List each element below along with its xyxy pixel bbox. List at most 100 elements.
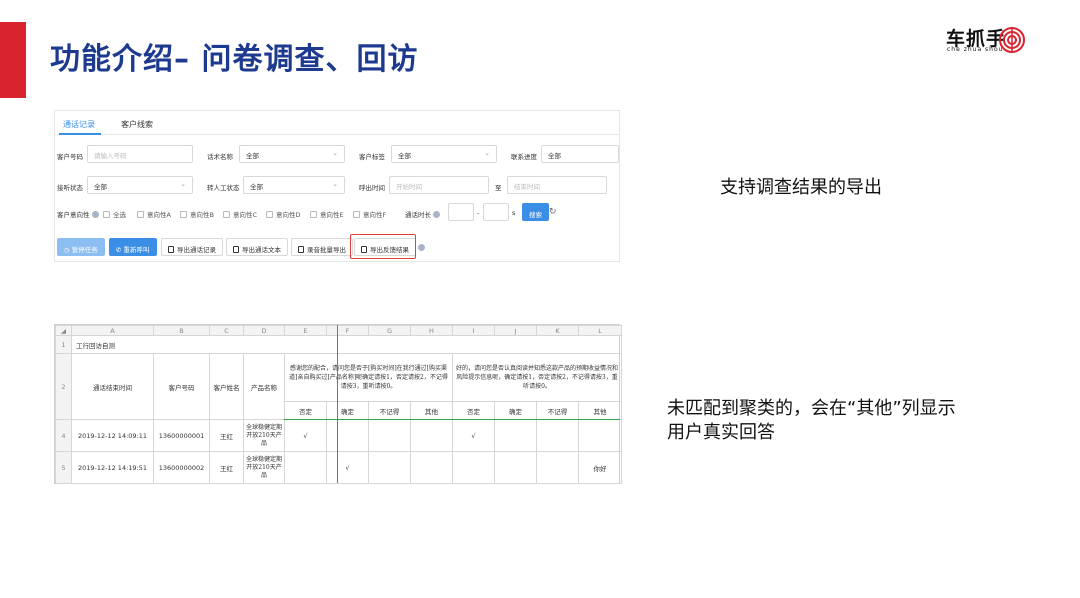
header-product[interactable]: 产品名称	[243, 353, 285, 420]
cell-answer[interactable]	[368, 419, 411, 452]
row-number[interactable]: 2	[55, 353, 72, 420]
intent-checkbox-e[interactable]: 意向性E	[310, 209, 344, 219]
intent-checkbox-all[interactable]: 全选	[103, 209, 126, 219]
intent-checkbox-d[interactable]: 意向性D	[266, 209, 301, 219]
column-header[interactable]: K	[536, 325, 579, 336]
row-number[interactable]: 4	[55, 419, 72, 452]
duration-unit: s	[512, 209, 516, 217]
selection-border	[284, 419, 620, 420]
question-2-cell[interactable]: 好的，请问您是否认真阅读并知悉这款产品的预期收益情况和风险提示信息呢，确定请按1…	[452, 353, 622, 402]
start-time-input[interactable]: 开始时间	[389, 176, 489, 194]
header-phone[interactable]: 客户号码	[153, 353, 210, 420]
cell-end-time[interactable]: 2019-12-12 14:09:11	[71, 419, 154, 452]
checkbox-icon	[180, 211, 187, 218]
script-name-select[interactable]: 全部 ⌄	[239, 145, 345, 163]
column-header[interactable]: L	[578, 325, 622, 336]
cell-answer[interactable]	[494, 419, 537, 452]
column-header[interactable]: B	[153, 325, 210, 336]
cell-name[interactable]: 王红	[209, 419, 244, 452]
cell-answer[interactable]	[452, 451, 495, 484]
intent-option-label: 意向性C	[233, 211, 258, 219]
cell-answer[interactable]	[536, 451, 579, 484]
survey-title-cell[interactable]: 工行回访自测	[71, 335, 622, 354]
cell-answer[interactable]: √	[452, 419, 495, 452]
column-header[interactable]: A	[71, 325, 154, 336]
question-1-cell[interactable]: 感谢您的配合，请问您是否于[购买时间]在我行通过[购买渠道]亲自购买过[产品名称…	[284, 353, 453, 402]
export-records-button[interactable]: 导出通话记录	[161, 238, 223, 256]
header-end-time[interactable]: 通话结束时间	[71, 353, 154, 420]
cell-answer[interactable]	[410, 419, 453, 452]
cell-product[interactable]: 全球稳健定期开放210天产品	[243, 451, 285, 484]
column-header[interactable]: J	[494, 325, 537, 336]
help-icon	[91, 211, 99, 218]
other-note-line-2: 用户真实回答	[667, 422, 775, 443]
intent-checkbox-c[interactable]: 意向性C	[223, 209, 257, 219]
cell-answer[interactable]	[326, 419, 369, 452]
customer-phone-input[interactable]: 请输入号码	[87, 145, 193, 163]
answer-header[interactable]: 否定	[452, 401, 495, 420]
cell-answer[interactable]: √	[284, 419, 327, 452]
intent-label-text: 客户意向性	[57, 211, 90, 219]
cell-answer[interactable]	[578, 419, 622, 452]
contact-progress-select[interactable]: 全部	[541, 145, 619, 163]
duration-label: 通话时长	[405, 209, 441, 219]
refresh-icon[interactable]: ↻	[549, 207, 557, 217]
batch-export-recordings-button[interactable]: 录音批量导出	[291, 238, 353, 256]
intent-checkbox-f[interactable]: 意向性F	[353, 209, 386, 219]
column-header[interactable]: E	[284, 325, 327, 336]
cell-answer[interactable]	[284, 451, 327, 484]
chevron-down-icon: ⌄	[332, 149, 338, 157]
cell-answer[interactable]: 你好	[578, 451, 622, 484]
answer-header[interactable]: 否定	[284, 401, 327, 420]
answer-header[interactable]: 确定	[326, 401, 369, 420]
cell-answer[interactable]	[368, 451, 411, 484]
answer-status-select[interactable]: 全部 ⌄	[87, 176, 193, 194]
answer-header[interactable]: 确定	[494, 401, 537, 420]
cell-answer[interactable]	[494, 451, 537, 484]
cell-answer[interactable]: √	[326, 451, 369, 484]
transfer-status-label: 转人工状态	[207, 184, 240, 192]
export-records-label: 导出通话记录	[177, 246, 216, 254]
column-header[interactable]: C	[209, 325, 244, 336]
cell-phone[interactable]: 13600000001	[153, 419, 210, 452]
answer-header[interactable]: 不记得	[536, 401, 579, 420]
cell-end-time[interactable]: 2019-12-12 14:19:51	[71, 451, 154, 484]
end-time-input[interactable]: 结束时间	[507, 176, 607, 194]
column-header[interactable]: G	[368, 325, 411, 336]
duration-min-input[interactable]	[448, 203, 474, 221]
duration-separator: -	[477, 209, 480, 217]
intent-option-label: 意向性F	[363, 211, 387, 219]
answer-header[interactable]: 其他	[578, 401, 622, 420]
pause-icon: ◷	[64, 246, 72, 254]
intent-checkbox-b[interactable]: 意向性B	[180, 209, 214, 219]
cell-product[interactable]: 全球稳健定期开放210天产品	[243, 419, 285, 452]
column-header[interactable]: F	[326, 325, 369, 336]
column-header[interactable]: H	[410, 325, 453, 336]
tab-customer-leads[interactable]: 客户线索	[121, 119, 153, 130]
intent-option-label: 意向性D	[276, 211, 301, 219]
cell-name[interactable]: 王红	[209, 451, 244, 484]
cell-phone[interactable]: 13600000002	[153, 451, 210, 484]
checkbox-icon	[103, 211, 110, 218]
transfer-status-select[interactable]: 全部 ⌄	[243, 176, 345, 194]
column-header[interactable]: I	[452, 325, 495, 336]
export-text-button[interactable]: 导出通话文本	[226, 238, 288, 256]
target-logo-icon	[999, 27, 1025, 53]
cell-answer[interactable]	[536, 419, 579, 452]
duration-max-input[interactable]	[483, 203, 509, 221]
row-number[interactable]: 5	[55, 451, 72, 484]
cell-answer[interactable]	[410, 451, 453, 484]
search-button[interactable]: 搜索	[522, 203, 549, 221]
recall-button[interactable]: ✆ 重新呼叫	[109, 238, 157, 256]
tab-call-records[interactable]: 通话记录	[63, 119, 95, 130]
pause-task-button[interactable]: ◷ 暂停任务	[57, 238, 105, 256]
intent-checkbox-a[interactable]: 意向性A	[137, 209, 171, 219]
chevron-down-icon: ⌄	[332, 180, 338, 188]
answer-header[interactable]: 其他	[410, 401, 453, 420]
answer-header[interactable]: 不记得	[368, 401, 411, 420]
customer-tag-select[interactable]: 全部 ⌄	[391, 145, 497, 163]
row-number[interactable]: 1	[55, 335, 72, 354]
header-name[interactable]: 客户姓名	[209, 353, 244, 420]
select-all-corner[interactable]: ◢	[55, 325, 72, 336]
column-header[interactable]: D	[243, 325, 285, 336]
